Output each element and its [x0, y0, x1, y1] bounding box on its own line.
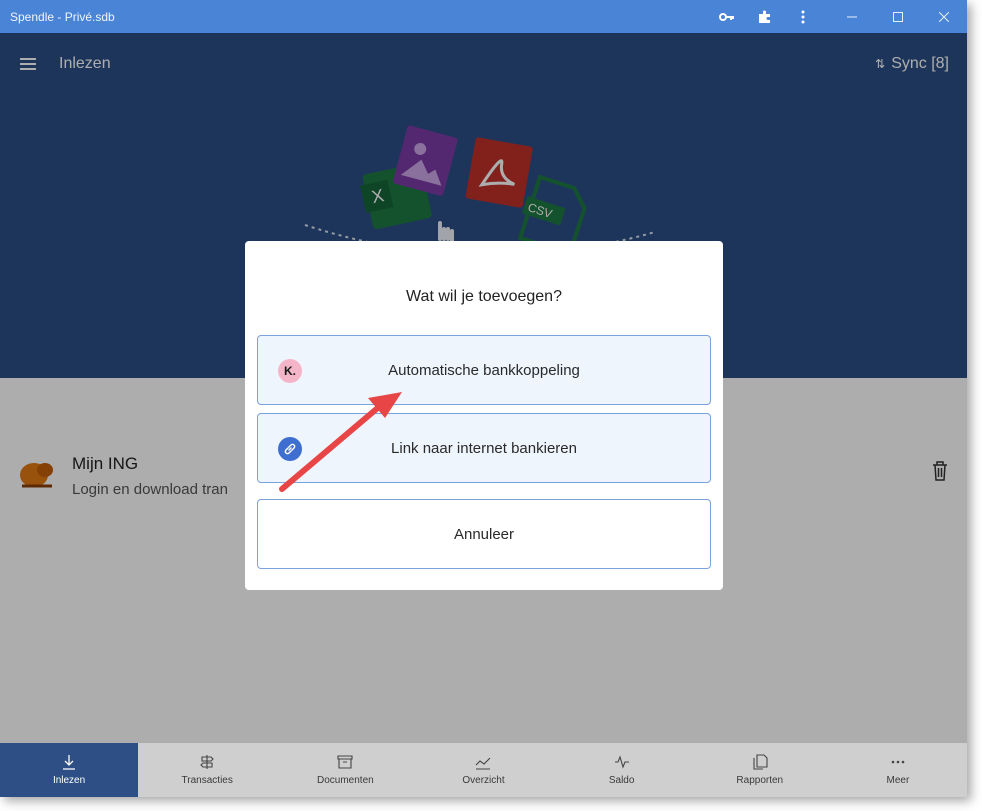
nav-label: Documenten [317, 775, 374, 786]
trend-line-icon [476, 757, 491, 770]
dialog-title: Wat wil je toevoegen? [406, 288, 562, 305]
nav-label: Overzicht [462, 775, 505, 786]
more-vert-icon[interactable] [791, 5, 815, 29]
nav-label: Transacties [181, 775, 233, 786]
cancel-button[interactable]: Annuleer [257, 499, 711, 569]
nav-item-inlezen[interactable]: Inlezen [0, 743, 139, 797]
title-bar: Spendle - Privé.sdb [0, 0, 967, 33]
archive-icon [337, 755, 353, 769]
nav-label: Inlezen [52, 775, 86, 786]
nav-label: Saldo [608, 775, 635, 786]
automatic-bank-link-button[interactable]: K. Automatische bankkoppeling [257, 335, 711, 405]
nav-item-documenten[interactable]: Documenten [276, 743, 414, 797]
add-source-dialog: Wat wil je toevoegen? K. Automatische ba… [245, 241, 723, 590]
key-icon[interactable] [715, 5, 739, 29]
option-label: Automatische bankkoppeling [388, 361, 580, 379]
nav-label: Meer [886, 775, 910, 786]
download-icon [63, 755, 76, 770]
titlebar-controls [715, 0, 967, 33]
window-title: Spendle - Privé.sdb [10, 9, 115, 24]
puzzle-icon[interactable] [753, 5, 777, 29]
more-horiz-icon [891, 760, 905, 764]
nav-label: Rapporten [736, 775, 784, 786]
nav-item-overzicht[interactable]: Overzicht [414, 743, 552, 797]
internet-banking-link-button[interactable]: Link naar internet bankieren [257, 413, 711, 483]
close-icon[interactable] [921, 0, 967, 33]
pulse-icon [614, 755, 629, 769]
app-window: Spendle - Privé.sdb Inlezen ⇅ Sync [8] X… [0, 0, 967, 797]
nav-item-meer[interactable]: Meer [829, 743, 967, 797]
nav-item-rapporten[interactable]: Rapporten [691, 743, 829, 797]
maximize-icon[interactable] [875, 0, 921, 33]
bottom-navigation: Inlezen Transacties Documenten Overzicht… [0, 743, 967, 797]
minimize-icon[interactable] [829, 0, 875, 33]
nav-item-transacties[interactable]: Transacties [138, 743, 276, 797]
option-label: Link naar internet bankieren [391, 439, 577, 457]
nav-item-saldo[interactable]: Saldo [553, 743, 691, 797]
cancel-label: Annuleer [453, 525, 515, 543]
signpost-icon [200, 755, 214, 769]
documents-icon [753, 754, 768, 770]
